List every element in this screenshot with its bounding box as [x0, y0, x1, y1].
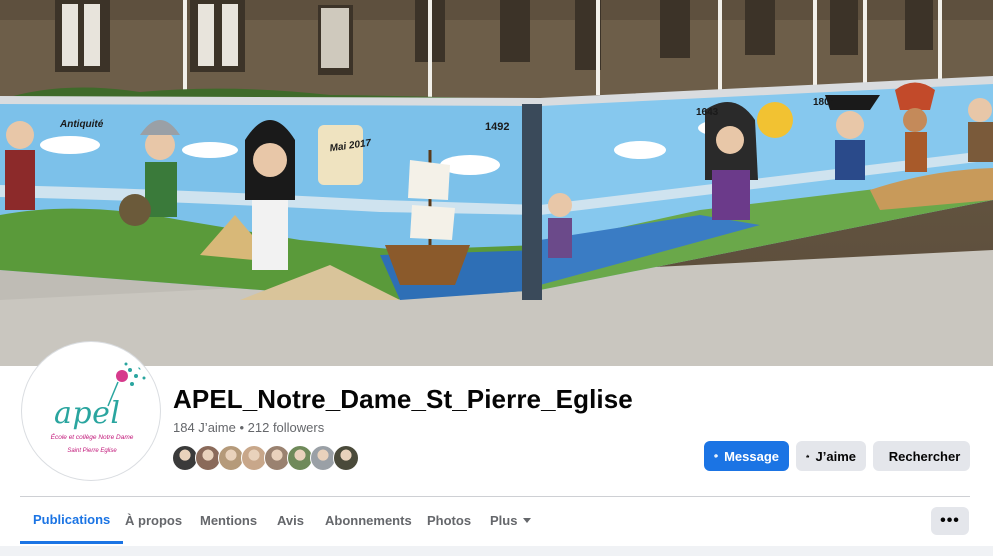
tab-abonnements[interactable]: Abonnements — [325, 497, 412, 544]
logo-wordmark: apel — [54, 396, 121, 431]
tab-label: Plus — [490, 513, 518, 528]
chevron-down-icon — [523, 518, 532, 523]
search-button-label: Rechercher — [888, 448, 961, 464]
tab-label: Publications — [33, 511, 111, 527]
message-button[interactable]: Message — [704, 441, 789, 471]
mural-text-antiquite: Antiquité — [59, 119, 104, 130]
tab-avis[interactable]: Avis — [277, 497, 304, 544]
cover-photo[interactable]: Antiquité Mai 2017 1492 1643 1804 — [0, 0, 993, 366]
profile-picture[interactable]: apel École et collège Notre Dame Saint P… — [22, 342, 160, 480]
message-button-label: Message — [724, 448, 779, 464]
tab-label: À propos — [125, 513, 183, 528]
tab-label: Photos — [427, 513, 472, 528]
logo-school-line: École et collège Notre Dame — [50, 434, 134, 441]
like-button-label: J’aime — [815, 448, 856, 464]
page-stats[interactable]: 184 J’aime • 212 followers — [173, 420, 324, 435]
thumbs-up-icon — [806, 454, 810, 458]
like-button[interactable]: J’aime — [796, 441, 866, 471]
tab-label: Abonnements — [325, 513, 412, 528]
more-options-button[interactable]: ••• — [931, 507, 969, 535]
tab-mentions[interactable]: Mentions — [200, 497, 257, 544]
tab-plus[interactable]: Plus — [490, 497, 532, 544]
logo-town-line: Saint Pierre Eglise — [67, 448, 117, 454]
search-button[interactable]: Rechercher — [873, 441, 970, 471]
tab-a-propos[interactable]: À propos — [125, 497, 182, 544]
page-title: APEL_Notre_Dame_St_Pierre_Eglise — [173, 384, 633, 414]
messenger-icon — [714, 454, 718, 458]
tab-photos[interactable]: Photos — [427, 497, 471, 544]
cover-mural-illustration: Antiquité Mai 2017 1492 1643 1804 — [0, 0, 993, 366]
tab-label: Avis — [277, 513, 304, 528]
tab-publications[interactable]: Publications — [20, 497, 124, 544]
mural-text-1643: 1643 — [696, 107, 719, 118]
tab-label: Mentions — [200, 513, 258, 528]
mural-text-1804: 1804 — [813, 97, 836, 108]
apel-logo: apel École et collège Notre Dame Saint P… — [26, 346, 156, 476]
feed-background — [0, 546, 993, 556]
follower-avatar[interactable] — [333, 445, 359, 471]
mural-text-1492: 1492 — [485, 121, 509, 133]
